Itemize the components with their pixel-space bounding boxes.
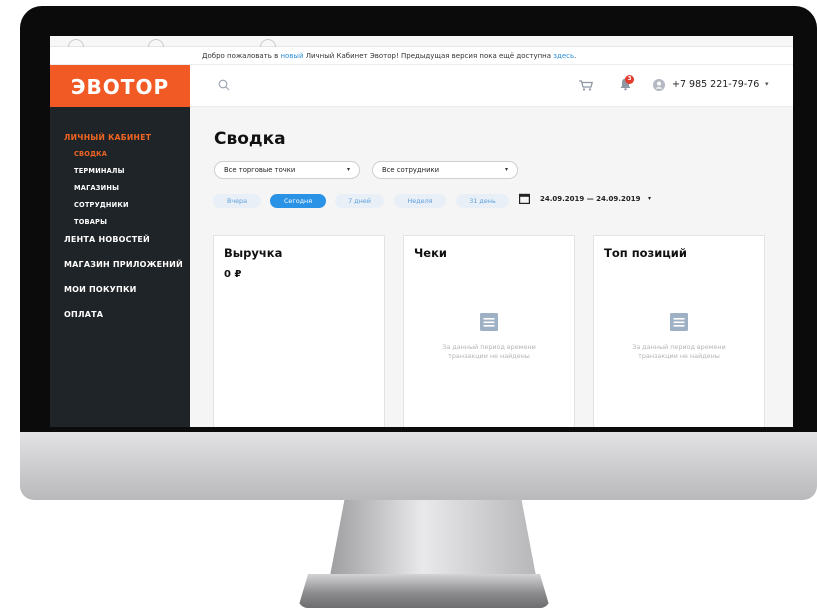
employees-select-value: Все сотрудники — [382, 166, 440, 174]
period-31-days[interactable]: 31 день — [456, 194, 509, 208]
period-7-days[interactable]: 7 дней — [335, 194, 384, 208]
document-icon — [480, 313, 498, 331]
period-week[interactable]: Неделя — [394, 194, 446, 208]
calendar-icon[interactable] — [519, 193, 530, 204]
sidebar-item-stores[interactable]: МАГАЗИНЫ — [74, 184, 190, 192]
sidebar-item-payment[interactable]: ОПЛАТА — [64, 310, 190, 319]
employees-select[interactable]: Все сотрудники ▾ — [372, 161, 518, 179]
sidebar-section-personal-cabinet[interactable]: ЛИЧНЫЙ КАБИНЕТ — [64, 133, 190, 142]
browser-tab-strip — [50, 36, 793, 48]
card-title: Топ позиций — [604, 246, 687, 260]
receipts-card: Чеки За данный период времени транзакции… — [403, 235, 575, 427]
main-content: Сводка Все торговые точки ▾ Все сотрудни… — [190, 107, 793, 427]
revenue-value: 0 ₽ — [224, 269, 242, 280]
welcome-text-middle: Личный Кабинет Эвотор! Предыдущая версия… — [303, 52, 554, 60]
chevron-down-icon: ▾ — [346, 166, 350, 173]
monitor-chin — [20, 432, 817, 500]
user-phone[interactable]: +7 985 221-79-76 — [672, 79, 759, 90]
user-avatar-icon[interactable] — [653, 79, 665, 91]
welcome-banner: Добро пожаловать в новый Личный Кабинет … — [50, 47, 793, 65]
welcome-text-suffix: . — [574, 52, 577, 60]
monitor-stand-neck — [330, 500, 536, 576]
notification-badge: 3 — [625, 75, 634, 84]
empty-state-text: За данный период времени транзакции не н… — [442, 343, 536, 360]
document-icon — [670, 313, 688, 331]
empty-state-text: За данный период времени транзакции не н… — [632, 343, 726, 360]
sidebar: ЭВОТОР ЛИЧНЫЙ КАБИНЕТ СВОДКА ТЕРМИНАЛЫ М… — [50, 65, 190, 427]
period-yesterday[interactable]: Вчера — [213, 194, 261, 208]
page-title: Сводка — [214, 129, 286, 149]
search-icon[interactable] — [218, 79, 230, 91]
stores-select[interactable]: Все торговые точки ▾ — [214, 161, 360, 179]
monitor-scene: Добро пожаловать в новый Личный Кабинет … — [0, 0, 817, 609]
monitor-stand-base — [298, 574, 550, 608]
card-title: Выручка — [224, 246, 283, 260]
cart-icon[interactable] — [579, 80, 593, 91]
stores-select-value: Все торговые точки — [224, 166, 296, 174]
sidebar-item-terminals[interactable]: ТЕРМИНАЛЫ — [74, 167, 190, 175]
evotor-logo[interactable]: ЭВОТОР — [50, 65, 190, 107]
chevron-down-icon: ▾ — [504, 166, 508, 173]
user-menu-caret[interactable]: ▾ — [765, 80, 769, 88]
revenue-card: Выручка 0 ₽ — [213, 235, 385, 427]
old-version-link[interactable]: здесь — [553, 52, 574, 60]
date-range[interactable]: 24.09.2019 — 24.09.2019 — [540, 195, 640, 203]
sidebar-item-news-feed[interactable]: ЛЕНТА НОВОСТЕЙ — [64, 235, 190, 244]
period-today[interactable]: Сегодня — [270, 194, 326, 208]
welcome-text-prefix: Добро пожаловать в — [202, 52, 281, 60]
sidebar-nav: ЛИЧНЫЙ КАБИНЕТ СВОДКА ТЕРМИНАЛЫ МАГАЗИНЫ… — [50, 107, 190, 319]
sidebar-item-my-purchases[interactable]: МОИ ПОКУПКИ — [64, 285, 190, 294]
card-title: Чеки — [414, 246, 447, 260]
top-items-card: Топ позиций За данный период времени тра… — [593, 235, 765, 427]
new-cabinet-link[interactable]: новый — [280, 52, 303, 60]
sidebar-item-app-store[interactable]: МАГАЗИН ПРИЛОЖЕНИЙ — [64, 260, 190, 269]
top-header: 3 +7 985 221-79-76 ▾ — [190, 65, 793, 107]
sidebar-item-summary[interactable]: СВОДКА — [74, 150, 190, 158]
date-range-caret[interactable]: ▾ — [648, 195, 651, 202]
screen: Добро пожаловать в новый Личный Кабинет … — [50, 36, 793, 427]
sidebar-item-products[interactable]: ТОВАРЫ — [74, 218, 190, 226]
sidebar-item-employees[interactable]: СОТРУДНИКИ — [74, 201, 190, 209]
